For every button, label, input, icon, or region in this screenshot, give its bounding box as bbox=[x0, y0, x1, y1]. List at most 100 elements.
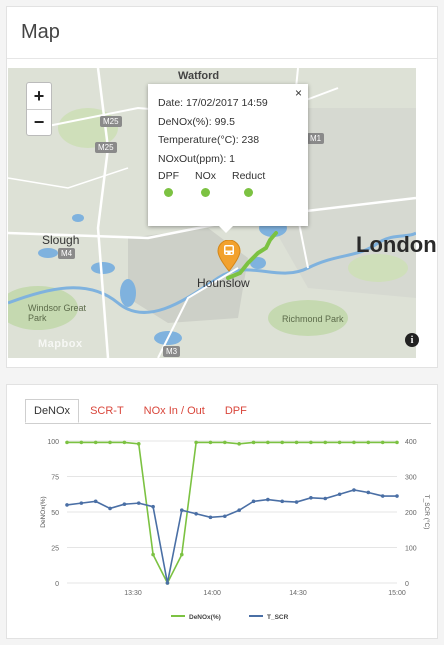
indicator-dpf: DPF bbox=[158, 170, 179, 197]
data-point bbox=[237, 442, 241, 446]
map-label-m25b: M25 bbox=[95, 142, 117, 153]
data-point bbox=[65, 440, 69, 445]
y-left-tick-label: 100 bbox=[47, 439, 59, 446]
tab-dpf[interactable]: DPF bbox=[216, 399, 256, 423]
data-point bbox=[208, 440, 213, 445]
y-right-tick-label: 300 bbox=[405, 475, 417, 482]
data-point bbox=[251, 499, 256, 504]
indicator-nox: NOx bbox=[195, 170, 216, 197]
legend-label: DeNOx(%) bbox=[189, 614, 221, 621]
status-dot-icon bbox=[164, 188, 173, 197]
y-left-tick-label: 75 bbox=[51, 475, 59, 482]
data-point bbox=[337, 440, 342, 445]
data-point bbox=[194, 440, 198, 445]
x-tick-label: 13:30 bbox=[124, 590, 142, 597]
chart-panel: DeNOx SCR-T NOx In / Out DPF 100 400 75 300… bbox=[6, 384, 438, 639]
vehicle-marker-icon[interactable] bbox=[217, 239, 241, 277]
map-title: Map bbox=[21, 21, 60, 43]
map-label-richmond: Richmond Park bbox=[282, 314, 344, 324]
data-point bbox=[251, 440, 256, 445]
popup-temperature: Temperature(°C): 238 bbox=[158, 134, 260, 146]
data-point bbox=[366, 490, 371, 495]
data-point bbox=[208, 515, 213, 520]
data-point bbox=[165, 581, 170, 585]
tab-denox[interactable]: DeNOx bbox=[25, 399, 80, 423]
data-point bbox=[366, 440, 371, 445]
status-dot-icon bbox=[201, 188, 210, 197]
data-point bbox=[294, 440, 299, 445]
data-point bbox=[122, 440, 127, 445]
data-point bbox=[65, 503, 69, 507]
indicator-label: Reduct bbox=[232, 170, 266, 182]
y-right-tick-label: 0 bbox=[405, 581, 409, 588]
map-label-slough: Slough bbox=[42, 233, 80, 247]
indicator-label: DPF bbox=[158, 170, 179, 182]
y-right-tick-label: 400 bbox=[405, 439, 417, 446]
data-point bbox=[266, 440, 270, 445]
map-label-windsor: Windsor Great Park bbox=[28, 303, 87, 323]
data-point bbox=[79, 501, 84, 505]
data-point bbox=[380, 440, 385, 445]
data-point bbox=[179, 552, 184, 557]
y-left-tick-label: 50 bbox=[51, 510, 59, 517]
popup-noxout: NOxOut(ppm): 1 bbox=[158, 152, 236, 165]
data-point bbox=[352, 488, 356, 492]
data-point bbox=[352, 440, 356, 445]
data-point bbox=[395, 494, 399, 498]
map-label-watford: Watford bbox=[178, 70, 220, 82]
data-point bbox=[122, 502, 127, 506]
indicator-label: NOx bbox=[195, 170, 216, 182]
y-left-tick-label: 25 bbox=[51, 546, 59, 553]
legend-label: T_SCR bbox=[267, 614, 289, 621]
popup-indicators: DPF NOx Reduct bbox=[158, 170, 298, 197]
data-point bbox=[93, 499, 98, 504]
map-label-m3: M3 bbox=[163, 346, 181, 357]
data-point bbox=[294, 500, 299, 504]
data-point bbox=[309, 440, 313, 445]
x-tick-label: 14:30 bbox=[289, 590, 307, 597]
map-label-m1: M1 bbox=[307, 133, 325, 144]
data-point bbox=[108, 440, 112, 445]
y-left-tick-label: 0 bbox=[55, 581, 59, 588]
popup-close-icon[interactable]: × bbox=[295, 86, 302, 100]
tab-nox-in-out[interactable]: NOx In / Out bbox=[135, 399, 214, 423]
data-point bbox=[266, 497, 270, 502]
data-point bbox=[108, 506, 112, 511]
data-point bbox=[237, 508, 241, 513]
popup-date: Date: 17/02/2017 14:59 bbox=[158, 97, 268, 109]
data-point bbox=[179, 508, 184, 513]
data-point bbox=[93, 440, 98, 445]
data-point bbox=[136, 501, 141, 505]
status-dot-icon bbox=[244, 188, 254, 197]
data-point bbox=[280, 499, 285, 504]
data-point bbox=[337, 492, 342, 497]
vehicle-info-popup: × Date: 17/02/2017 14:59 DeNOx(%): 99.5 … bbox=[148, 84, 308, 226]
data-point bbox=[380, 494, 385, 498]
data-point bbox=[323, 440, 328, 445]
indicator-reduct: Reduct bbox=[232, 170, 265, 197]
data-point bbox=[323, 496, 328, 501]
map-header: Map bbox=[7, 7, 437, 59]
y-right-axis-label: T_SCR (°C) bbox=[423, 495, 431, 530]
y-right-tick-label: 100 bbox=[405, 546, 417, 553]
map-label-london: London bbox=[356, 232, 437, 257]
zoom-in-button[interactable]: + bbox=[27, 83, 51, 109]
denox-chart: 100 400 75 300 50 200 25 100 0 0 DeNOx(%) T_SCR (°C… bbox=[40, 439, 431, 621]
y-right-tick-label: 200 bbox=[405, 510, 417, 517]
popup-denox: DeNOx(%): 99.5 bbox=[158, 115, 236, 128]
mapbox-logo: Mapbox bbox=[38, 338, 83, 350]
series-line-t-scr bbox=[66, 489, 397, 584]
info-icon[interactable]: i bbox=[405, 333, 419, 347]
data-point bbox=[395, 440, 399, 445]
zoom-out-button[interactable]: − bbox=[27, 109, 51, 135]
map-label-m4: M4 bbox=[58, 248, 76, 259]
data-point bbox=[151, 552, 155, 557]
data-point bbox=[136, 442, 141, 446]
chart-tabs: DeNOx SCR-T NOx In / Out DPF bbox=[25, 399, 258, 423]
map-label-hounslow: Hounslow bbox=[197, 276, 250, 290]
data-point bbox=[223, 440, 227, 445]
data-point bbox=[309, 496, 313, 500]
x-tick-label: 15:00 bbox=[388, 590, 406, 597]
tab-scr-t[interactable]: SCR-T bbox=[81, 399, 133, 423]
map-label-m25a: M25 bbox=[100, 116, 122, 127]
